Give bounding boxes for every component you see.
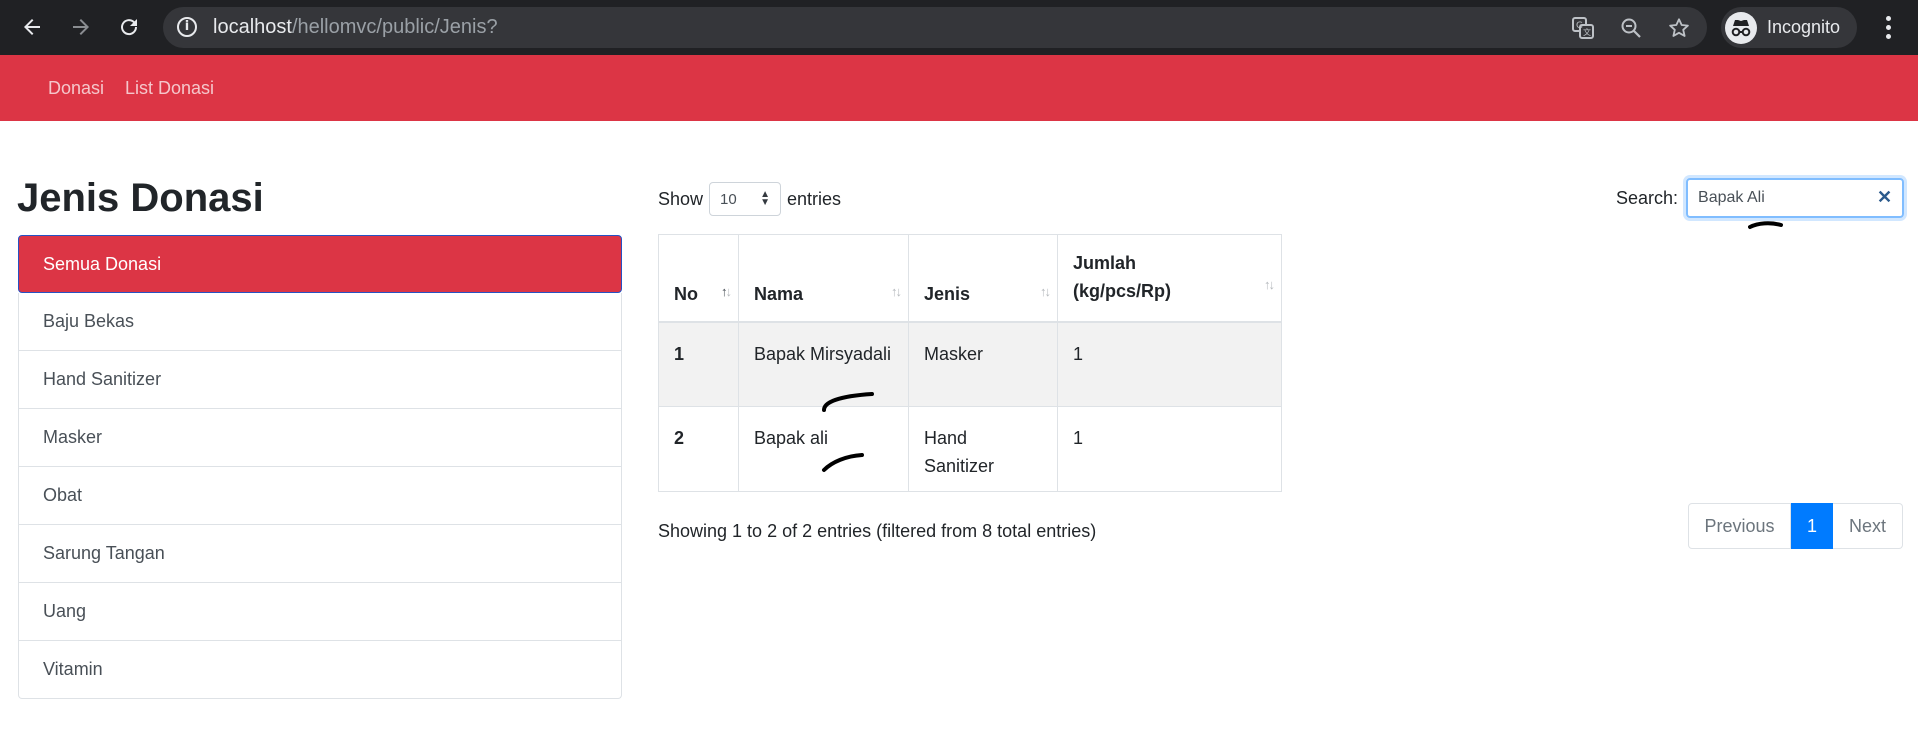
nav-link-list-donasi[interactable]: List Donasi [125, 78, 214, 99]
cell-jumlah: 1 [1057, 406, 1282, 492]
entries-select-value: 10 [720, 190, 737, 208]
category-list: Semua Donasi Baju Bekas Hand Sanitizer M… [18, 235, 622, 699]
pen-scribble-mark [822, 453, 864, 472]
sort-icon: ↑↓ [1040, 283, 1051, 299]
pen-scribble-mark [822, 392, 874, 412]
table-row[interactable]: 2 Bapak ali Hand Sanitizer 1 [658, 406, 1282, 492]
address-bar[interactable]: i localhost/hellomvc/public/Jenis? G文 [163, 7, 1707, 48]
cell-jenis: Masker [908, 321, 1058, 407]
forward-arrow-icon[interactable] [66, 12, 96, 42]
category-item-baju-bekas[interactable]: Baju Bekas [18, 293, 622, 351]
previous-page-button[interactable]: Previous [1688, 503, 1791, 549]
zoom-icon[interactable] [1619, 16, 1643, 40]
category-item-masker[interactable]: Masker [18, 409, 622, 467]
nav-link-donasi[interactable]: Donasi [48, 78, 104, 99]
page-1-button[interactable]: 1 [1791, 503, 1833, 549]
info-icon[interactable]: i [177, 17, 197, 37]
table-info: Showing 1 to 2 of 2 entries (filtered fr… [658, 521, 1097, 541]
category-item-vitamin[interactable]: Vitamin [18, 641, 622, 699]
search-input[interactable]: Bapak Ali ✕ [1686, 178, 1905, 218]
reload-icon[interactable] [114, 12, 144, 42]
more-vert-icon[interactable] [1878, 12, 1898, 42]
select-caret-icon: ▲ ▼ [760, 189, 771, 208]
pagination: Previous 1 Next [1688, 503, 1903, 549]
sort-icon: ↑↓ [1264, 276, 1275, 292]
url-host: localhost [213, 16, 292, 38]
column-header-jumlah[interactable]: Jumlah (kg/pcs/Rp) ↑↓ [1057, 234, 1282, 323]
url-text[interactable]: localhost/hellomvc/public/Jenis? [213, 16, 498, 39]
column-header-nama[interactable]: Nama ↑↓ [738, 234, 909, 323]
svg-text:G: G [1576, 21, 1583, 31]
table-row[interactable]: 1 Bapak Mirsyadali Masker 1 [658, 321, 1282, 407]
next-page-button[interactable]: Next [1833, 503, 1903, 549]
search-label: Search: [1616, 187, 1679, 208]
entries-label: entries [787, 188, 842, 209]
column-header-label: Nama [754, 283, 804, 304]
table-header-row: No ↑↓ Nama ↑↓ Jenis ↑↓ Jumlah (kg/pcs/Rp) ↑↓ [658, 234, 1282, 323]
star-icon[interactable] [1667, 16, 1691, 40]
incognito-profile-button[interactable]: Incognito [1721, 7, 1857, 48]
column-header-label: Jenis [924, 283, 971, 304]
category-item-obat[interactable]: Obat [18, 467, 622, 525]
cell-no: 2 [658, 406, 739, 492]
entries-length-control: Show 10 ▲ ▼ entries [658, 182, 841, 216]
column-header-no[interactable]: No ↑↓ [658, 234, 739, 323]
cell-nama: Bapak ali [738, 406, 909, 492]
cell-no: 1 [658, 321, 739, 407]
browser-toolbar: i localhost/hellomvc/public/Jenis? G文 In… [0, 0, 1918, 55]
page-title: Jenis Donasi [17, 176, 264, 220]
category-item-sarung-tangan[interactable]: Sarung Tangan [18, 525, 622, 583]
column-header-label: No [674, 283, 698, 304]
sort-icon: ↑↓ [891, 283, 902, 299]
search-input-value: Bapak Ali [1698, 189, 1765, 206]
cell-jenis: Hand Sanitizer [908, 406, 1058, 492]
pen-scribble-mark [1748, 221, 1783, 229]
back-arrow-icon[interactable] [17, 12, 47, 42]
category-item-semua-donasi[interactable]: Semua Donasi [18, 235, 622, 293]
category-item-uang[interactable]: Uang [18, 583, 622, 641]
column-header-label: Jumlah (kg/pcs/Rp) [1073, 252, 1172, 301]
incognito-icon [1725, 12, 1757, 44]
show-label: Show [658, 188, 704, 209]
translate-icon[interactable]: G文 [1571, 16, 1595, 40]
top-navbar: Donasi List Donasi [0, 55, 1918, 121]
category-item-hand-sanitizer[interactable]: Hand Sanitizer [18, 351, 622, 409]
column-header-jenis[interactable]: Jenis ↑↓ [908, 234, 1058, 323]
incognito-label: Incognito [1767, 17, 1841, 37]
url-path: /hellomvc/public/Jenis? [291, 16, 498, 38]
cell-jumlah: 1 [1057, 321, 1282, 407]
svg-text:文: 文 [1583, 27, 1591, 37]
sort-ascending-icon: ↑↓ [721, 283, 732, 299]
entries-select[interactable]: 10 ▲ ▼ [709, 182, 782, 216]
clear-search-icon[interactable]: ✕ [1877, 187, 1892, 208]
donations-table: No ↑↓ Nama ↑↓ Jenis ↑↓ Jumlah (kg/pcs/Rp) ↑↓… [658, 234, 1282, 492]
search-control: Search: Bapak Ali ✕ [1616, 178, 1905, 218]
